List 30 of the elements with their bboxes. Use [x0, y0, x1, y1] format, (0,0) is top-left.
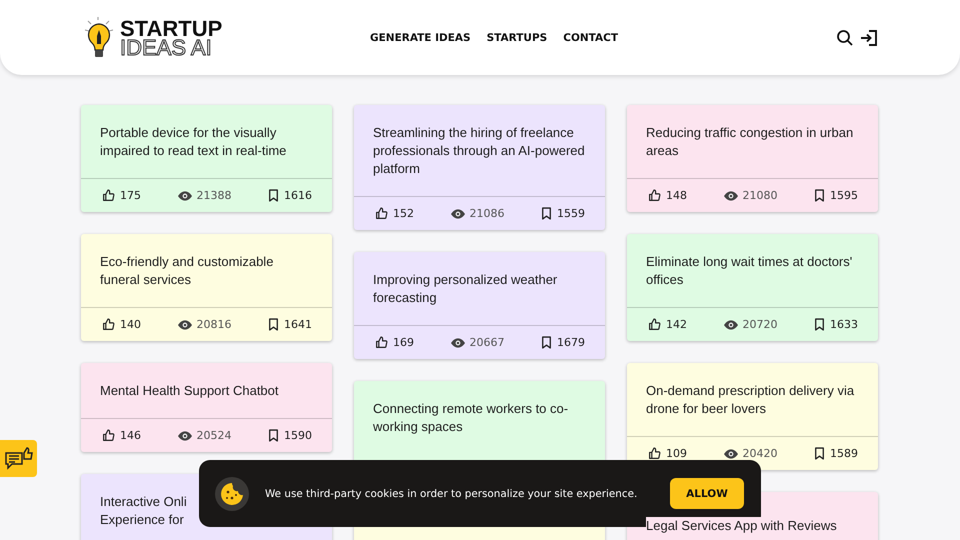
views-count: 21080: [742, 189, 778, 202]
logo-text: STARTUP: [120, 18, 222, 38]
views-count: 21388: [196, 189, 232, 202]
saves-count: 1589: [830, 447, 858, 460]
views-count: 20524: [196, 429, 232, 442]
logo-subtext: IDEAS AI: [120, 38, 212, 56]
views-count: 21086: [470, 207, 504, 220]
idea-title: Experience for: [100, 511, 184, 529]
likes-count: 152: [393, 207, 414, 220]
likes-count: 169: [393, 336, 414, 349]
likes-count: 140: [120, 318, 141, 331]
likes-count: 175: [120, 189, 141, 202]
saves-count: 1595: [830, 189, 858, 202]
cookie-message: We use third-party cookies in order to personalize your site experience.: [265, 488, 638, 500]
idea-title: Interactive Onli: [100, 493, 187, 511]
saves-count: 1590: [284, 429, 312, 442]
saves-count: 1559: [557, 207, 585, 220]
saves-count: 1641: [284, 318, 312, 331]
views-count: 20667: [470, 336, 504, 349]
idea-title: Legal Services App with Reviews: [646, 517, 837, 535]
saves-count: 1616: [284, 189, 312, 202]
views-count: 20816: [196, 318, 232, 331]
saves-count: 1633: [830, 318, 858, 331]
likes-count: 142: [666, 318, 687, 331]
saves-count: 1679: [557, 336, 585, 349]
likes-count: 148: [666, 189, 687, 202]
likes-count: 146: [120, 429, 141, 442]
likes-count: 109: [666, 447, 687, 460]
views-count: 20420: [742, 447, 778, 460]
views-count: 20720: [742, 318, 778, 331]
